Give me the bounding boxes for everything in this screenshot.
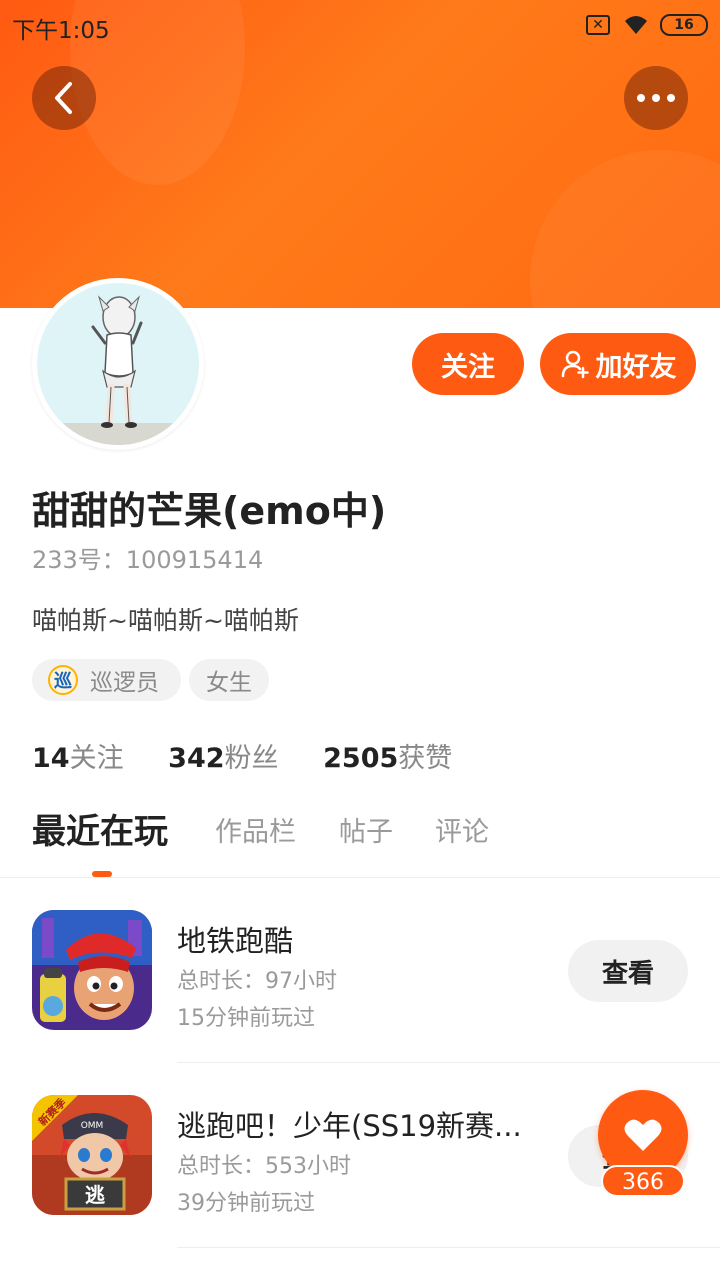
game-last-played: 15分钟前玩过 [177, 1006, 315, 1031]
avatar[interactable] [32, 278, 204, 450]
add-user-icon [561, 350, 589, 379]
gender-tag: 女生 [189, 659, 269, 701]
stat-fans[interactable]: 342粉丝 [168, 736, 278, 775]
gender-tag-label: 女生 [206, 670, 252, 696]
tab-works[interactable]: 作品栏 [215, 810, 296, 849]
status-time: 下午1:05 [12, 18, 110, 44]
more-horizontal-icon [637, 94, 675, 102]
escape-icon-sign-text: 逃 [85, 1183, 106, 1207]
game-duration: 总时长：97小时 [177, 969, 337, 994]
stat-likes-value: 2505 [323, 743, 399, 774]
add-friend-button[interactable]: 加好友 [540, 333, 696, 395]
username: 甜甜的芒果(emo中) [32, 489, 387, 533]
patrol-badge-tag[interactable]: 巡 巡逻员 [32, 659, 181, 701]
chevron-left-icon [55, 82, 72, 114]
status-bar: 下午1:05 ✕ 16 [0, 0, 720, 50]
stat-following-value: 14 [32, 743, 70, 774]
list-item[interactable]: 地铁跑酷 总时长：97小时 15分钟前玩过 查看 [0, 878, 720, 1063]
sim-off-icon: ✕ [586, 15, 610, 35]
stat-following-label: 关注 [69, 743, 124, 774]
anime-character-figure [37, 295, 199, 445]
game-duration: 总时长：553小时 [177, 1154, 351, 1179]
follow-button-label: 关注 [441, 351, 495, 383]
stat-likes-label: 获赞 [398, 743, 453, 774]
escape-icon-cap-text: OMM [81, 1121, 104, 1131]
subway-surfers-icon [32, 910, 152, 1030]
view-button[interactable]: 查看 [568, 940, 688, 1002]
user-bio: 喵帕斯~喵帕斯~喵帕斯 [32, 606, 299, 635]
stat-likes: 2505获赞 [323, 736, 452, 775]
profile-stats: 14关注 342粉丝 2505获赞 [32, 736, 488, 775]
escape-game-icon: OMM 逃 新赛季 [32, 1095, 152, 1215]
stat-fans-label: 粉丝 [224, 743, 279, 774]
follow-button[interactable]: 关注 [412, 333, 524, 395]
patrol-badge-icon: 巡 [48, 665, 78, 695]
heart-icon [624, 1119, 662, 1151]
banner-decoration [530, 150, 720, 308]
battery-icon: 16 [660, 14, 708, 36]
avatar-image [37, 283, 199, 445]
game-last-played: 39分钟前玩过 [177, 1191, 315, 1216]
wifi-icon [625, 16, 647, 34]
like-count: 366 [601, 1165, 685, 1197]
game-title: 逃跑吧！少年(SS19新赛... [177, 1109, 522, 1143]
more-button[interactable] [624, 66, 688, 130]
row-divider [177, 1247, 720, 1248]
tab-comments[interactable]: 评论 [435, 810, 489, 849]
tab-posts[interactable]: 帖子 [339, 810, 393, 849]
user-id: 233号：100915414 [32, 546, 264, 574]
tab-recently-played[interactable]: 最近在玩 [32, 804, 168, 853]
back-button[interactable] [32, 66, 96, 130]
stat-following[interactable]: 14关注 [32, 736, 124, 775]
patrol-tag-label: 巡逻员 [90, 670, 159, 696]
game-title: 地铁跑酷 [177, 924, 294, 958]
stat-fans-value: 342 [168, 743, 225, 774]
add-friend-button-label: 加好友 [595, 351, 677, 383]
